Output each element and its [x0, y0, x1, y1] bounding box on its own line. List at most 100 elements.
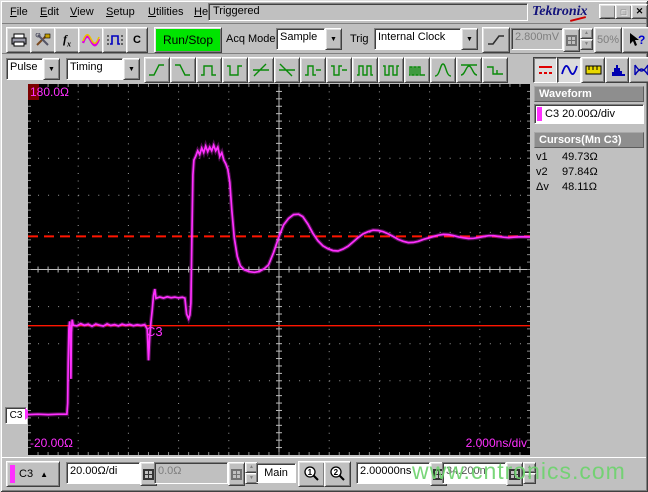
waveform-database-button[interactable] [78, 27, 104, 53]
channel-color-stripe [10, 465, 15, 483]
measure-positive-pulse-button[interactable] [300, 57, 326, 83]
measure-negative-pulse-button[interactable] [326, 57, 352, 83]
spin-down-icon[interactable]: ▼ [580, 39, 593, 50]
acq-mode-select[interactable]: Sample ▼ [276, 28, 342, 50]
minimize-icon: _ [604, 9, 610, 20]
acq-mode-value: Sample [276, 28, 325, 50]
menu-setup[interactable]: Setup [106, 6, 135, 18]
trig-level-field[interactable]: 2.800mV [511, 28, 563, 50]
zoom-mag1-button[interactable]: 1 [298, 461, 325, 487]
printer-icon [11, 33, 27, 47]
keypad-icon [566, 34, 577, 46]
histogram-view-button[interactable] [605, 57, 629, 83]
measure-burst-width-button[interactable] [404, 57, 430, 83]
measure-settling-time-button[interactable] [482, 57, 508, 83]
graticule[interactable]: C3 180.0Ω -20.00Ω 2.000ns/div [28, 84, 530, 455]
readout-value: 48.11Ω [562, 181, 597, 193]
chevron-down-icon-4[interactable]: ▼ [123, 58, 140, 80]
math-fx-button[interactable]: fx [54, 27, 80, 53]
measure-duty-cycle-button[interactable] [378, 57, 404, 83]
duty-cycle-icon [383, 65, 399, 76]
trig-source-select[interactable]: Internal Clock ▼ [374, 28, 478, 50]
chevron-down-icon-2[interactable]: ▼ [461, 28, 478, 50]
zoom-mag2-button[interactable]: 2 [324, 461, 351, 487]
timebase-label: 2.000ns/div [465, 436, 527, 450]
minimize-button[interactable]: _ [599, 4, 616, 20]
close-button[interactable]: ✕ [631, 4, 648, 19]
cursor-readout-dv: Δv 48.11Ω [530, 178, 646, 193]
measurement-button-group [144, 57, 508, 83]
pulse-source-button[interactable] [102, 27, 128, 53]
readout-panel: Waveform C3 20.00Ω/div Cursors(Mn C3) v1… [530, 84, 646, 455]
view-button-group [533, 57, 648, 83]
measure-class-select[interactable]: Pulse ▼ [6, 58, 60, 80]
svg-text:2: 2 [334, 468, 339, 477]
negative-pulse-icon [331, 65, 347, 76]
negative-width-icon [227, 65, 242, 76]
trig-label: Trig [350, 33, 369, 45]
magnifier-2-icon: 2 [330, 466, 345, 481]
keypad-icon [231, 468, 242, 480]
color-wave-icon [82, 33, 100, 47]
readout-label: Δv [536, 181, 549, 193]
measure-group-select[interactable]: Timing ▼ [66, 58, 140, 80]
maximize-button[interactable]: □ [615, 4, 632, 19]
keypad-icon [143, 468, 154, 480]
run-stop-button[interactable]: Run/Stop [154, 27, 222, 53]
chevron-down-icon-3[interactable]: ▼ [43, 58, 60, 80]
measure-positive-width-button[interactable] [196, 57, 222, 83]
triangle-up-icon: ▲ [40, 469, 48, 479]
run-stop-label: Run/Stop [162, 33, 214, 47]
channel-select-label: C3 [19, 468, 34, 480]
measure-negative-width-button[interactable] [222, 57, 248, 83]
menu-edit[interactable]: Edit [40, 6, 59, 18]
keypad-button[interactable] [563, 28, 580, 52]
menu-file[interactable]: File [10, 6, 28, 18]
set-50pct-button[interactable]: 50% [594, 27, 622, 53]
channel-select-button[interactable]: C3 ▲ [6, 461, 60, 487]
trig-source-value: Internal Clock [374, 28, 461, 50]
timebase-view-select[interactable]: Main [256, 463, 296, 483]
svg-text:?: ? [638, 33, 645, 47]
cursor-readout-v2: v2 97.84Ω [530, 163, 646, 178]
pulse-bracket-icon [107, 35, 123, 45]
chevron-down-icon: ▼ [330, 35, 337, 43]
menu-utilities[interactable]: Utilities [148, 6, 183, 18]
context-help-button[interactable]: ? [622, 27, 648, 53]
svg-text:1: 1 [308, 468, 313, 477]
utility-tools-button[interactable] [30, 27, 56, 53]
vertical-offset-field[interactable]: 0.0Ω [154, 462, 228, 484]
trace-label-c3: C3 [146, 324, 163, 339]
fx-icon: fx [63, 31, 71, 49]
trig-level-stepper[interactable]: ▲ ▼ [580, 28, 593, 50]
annotations-view-button[interactable] [581, 57, 605, 83]
spin-up-icon[interactable]: ▲ [580, 28, 593, 39]
measure-rise-time-button[interactable] [144, 57, 170, 83]
menu-view[interactable]: View [70, 6, 94, 18]
measure-falling-slope-button[interactable] [274, 57, 300, 83]
measure-positive-peak-button[interactable] [430, 57, 456, 83]
cursors-view-button[interactable] [533, 57, 557, 83]
clear-data-button[interactable]: C [126, 27, 148, 53]
vertical-scale-field[interactable]: 20.00Ω/di [66, 462, 140, 484]
vertical-offset-keypad-button[interactable] [228, 462, 245, 486]
measure-period-button[interactable] [352, 57, 378, 83]
waveform-view-view-button[interactable] [557, 57, 581, 83]
help-pointer-icon: ? [630, 33, 645, 47]
measure-negative-peak-button[interactable] [456, 57, 482, 83]
magnifier-1-icon: 1 [304, 466, 319, 481]
measure-rising-slope-button[interactable] [248, 57, 274, 83]
acq-mode-dropdown-button[interactable]: ▼ [325, 28, 342, 50]
channel-marker-c3[interactable]: C3 [5, 407, 27, 424]
chevron-down-icon: ▼ [466, 35, 473, 43]
trig-slope-button[interactable] [482, 27, 510, 53]
trace-color-swatch [537, 107, 542, 121]
eye-diagram-view-button[interactable] [629, 57, 648, 83]
trace-entry-label: C3 20.00Ω/div [545, 108, 615, 120]
readout-label: v2 [536, 166, 548, 178]
print-button[interactable] [6, 27, 32, 53]
measure-group-value: Timing [66, 58, 123, 80]
measure-fall-time-button[interactable] [170, 57, 196, 83]
waveform-trace-entry[interactable]: C3 20.00Ω/div [534, 104, 644, 124]
annotations-icon [585, 65, 601, 75]
